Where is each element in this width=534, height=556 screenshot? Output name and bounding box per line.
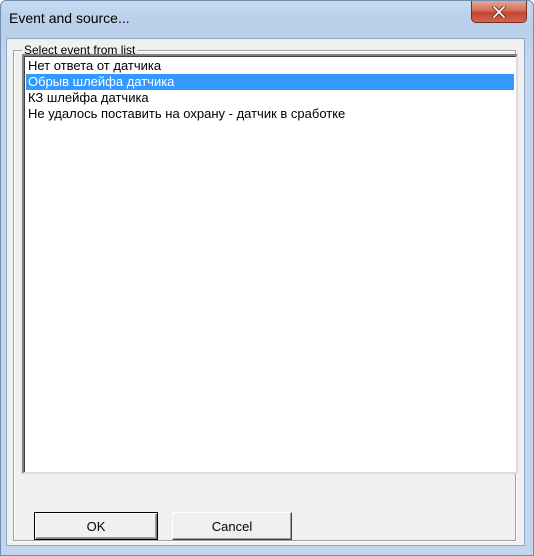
list-item[interactable]: КЗ шлейфа датчика xyxy=(26,90,514,106)
window-title: Event and source... xyxy=(9,10,130,26)
list-item[interactable]: Не удалось поставить на охрану - датчик … xyxy=(26,106,514,122)
ok-button[interactable]: OK xyxy=(34,512,158,540)
close-icon xyxy=(492,5,506,18)
close-button[interactable] xyxy=(471,1,527,23)
event-listbox[interactable]: Нет ответа от датчика Обрыв шлейфа датчи… xyxy=(22,54,518,474)
title-bar[interactable]: Event and source... xyxy=(1,1,533,39)
list-item[interactable]: Нет ответа от датчика xyxy=(26,58,514,74)
list-item-selected[interactable]: Обрыв шлейфа датчика xyxy=(26,74,514,90)
cancel-button[interactable]: Cancel xyxy=(172,512,292,540)
